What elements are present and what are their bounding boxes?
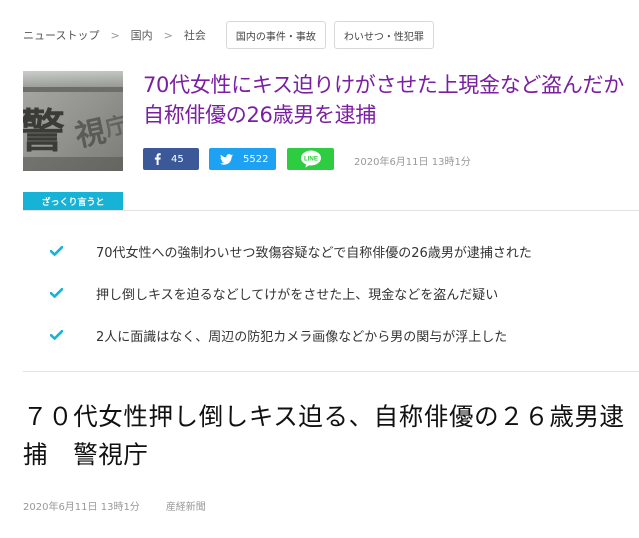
article-headline[interactable]: 70代女性にキス迫りけがさせた上現金など盗んだか 自称俳優の26歳男を逮捕 (143, 70, 633, 130)
summary-point: 70代女性への強制わいせつ致傷容疑などで自称俳優の26歳男が逮捕された (50, 230, 532, 272)
breadcrumb-domestic[interactable]: 国内 (131, 27, 153, 43)
check-icon (50, 288, 72, 298)
line-share-button[interactable]: LINE (287, 148, 334, 170)
thumbnail-character: 警 (23, 104, 65, 158)
summary-divider (23, 371, 639, 372)
tag-domestic-incidents[interactable]: 国内の事件・事故 (225, 21, 326, 49)
article-date: 2020年6月11日 13時1分 (354, 157, 471, 168)
summary-point: 2人に面識はなく、周辺の防犯カメラ画像などから男の関与が浮上した (50, 314, 532, 356)
article-meta: 2020年6月11日 13時1分 産経新聞 (23, 498, 206, 513)
breadcrumb: ニューストップ > 国内 > 社会 国内の事件・事故 わいせつ・性犯罪 (23, 21, 434, 49)
summary-divider (23, 210, 639, 211)
facebook-share-button[interactable]: 45 (143, 148, 199, 170)
article-publish-date: 2020年6月11日 13時1分 (23, 502, 140, 513)
summary-point: 押し倒しキスを迫るなどしてけがをさせた上、現金などを盗んだ疑い (50, 272, 532, 314)
check-icon (50, 330, 72, 340)
facebook-share-count: 45 (171, 153, 184, 165)
twitter-share-count: 5522 (243, 153, 269, 165)
breadcrumb-news-top[interactable]: ニューストップ (23, 27, 99, 43)
summary-point-text: 押し倒しキスを迫るなどしてけがをさせた上、現金などを盗んだ疑い (96, 287, 499, 303)
summary-list: 70代女性への強制わいせつ致傷容疑などで自称俳優の26歳男が逮捕された 押し倒し… (50, 230, 532, 356)
breadcrumb-separator: > (110, 28, 120, 42)
twitter-icon (220, 153, 233, 165)
summary-point-text: 70代女性への強制わいせつ致傷容疑などで自称俳優の26歳男が逮捕された (96, 245, 532, 261)
summary-label: ざっくり言うと (23, 192, 123, 210)
check-icon (50, 246, 72, 256)
article-thumbnail[interactable]: 警 視 庁 (23, 71, 123, 171)
article-title: ７０代女性押し倒しキス迫る、自称俳優の２６歳男逮捕 警視庁 (23, 402, 625, 469)
police-sign-image: 警 視 庁 (23, 71, 123, 171)
breadcrumb-separator: > (163, 28, 173, 42)
breadcrumb-society[interactable]: 社会 (184, 27, 206, 43)
article-source[interactable]: 産経新聞 (166, 498, 206, 513)
line-icon: LINE (300, 150, 322, 168)
twitter-share-button[interactable]: 5522 (209, 148, 276, 170)
facebook-icon (154, 153, 161, 165)
tag-obscenity-sex-crimes[interactable]: わいせつ・性犯罪 (333, 21, 434, 49)
svg-text:LINE: LINE (303, 155, 317, 162)
summary-point-text: 2人に面識はなく、周辺の防犯カメラ画像などから男の関与が浮上した (96, 329, 508, 345)
